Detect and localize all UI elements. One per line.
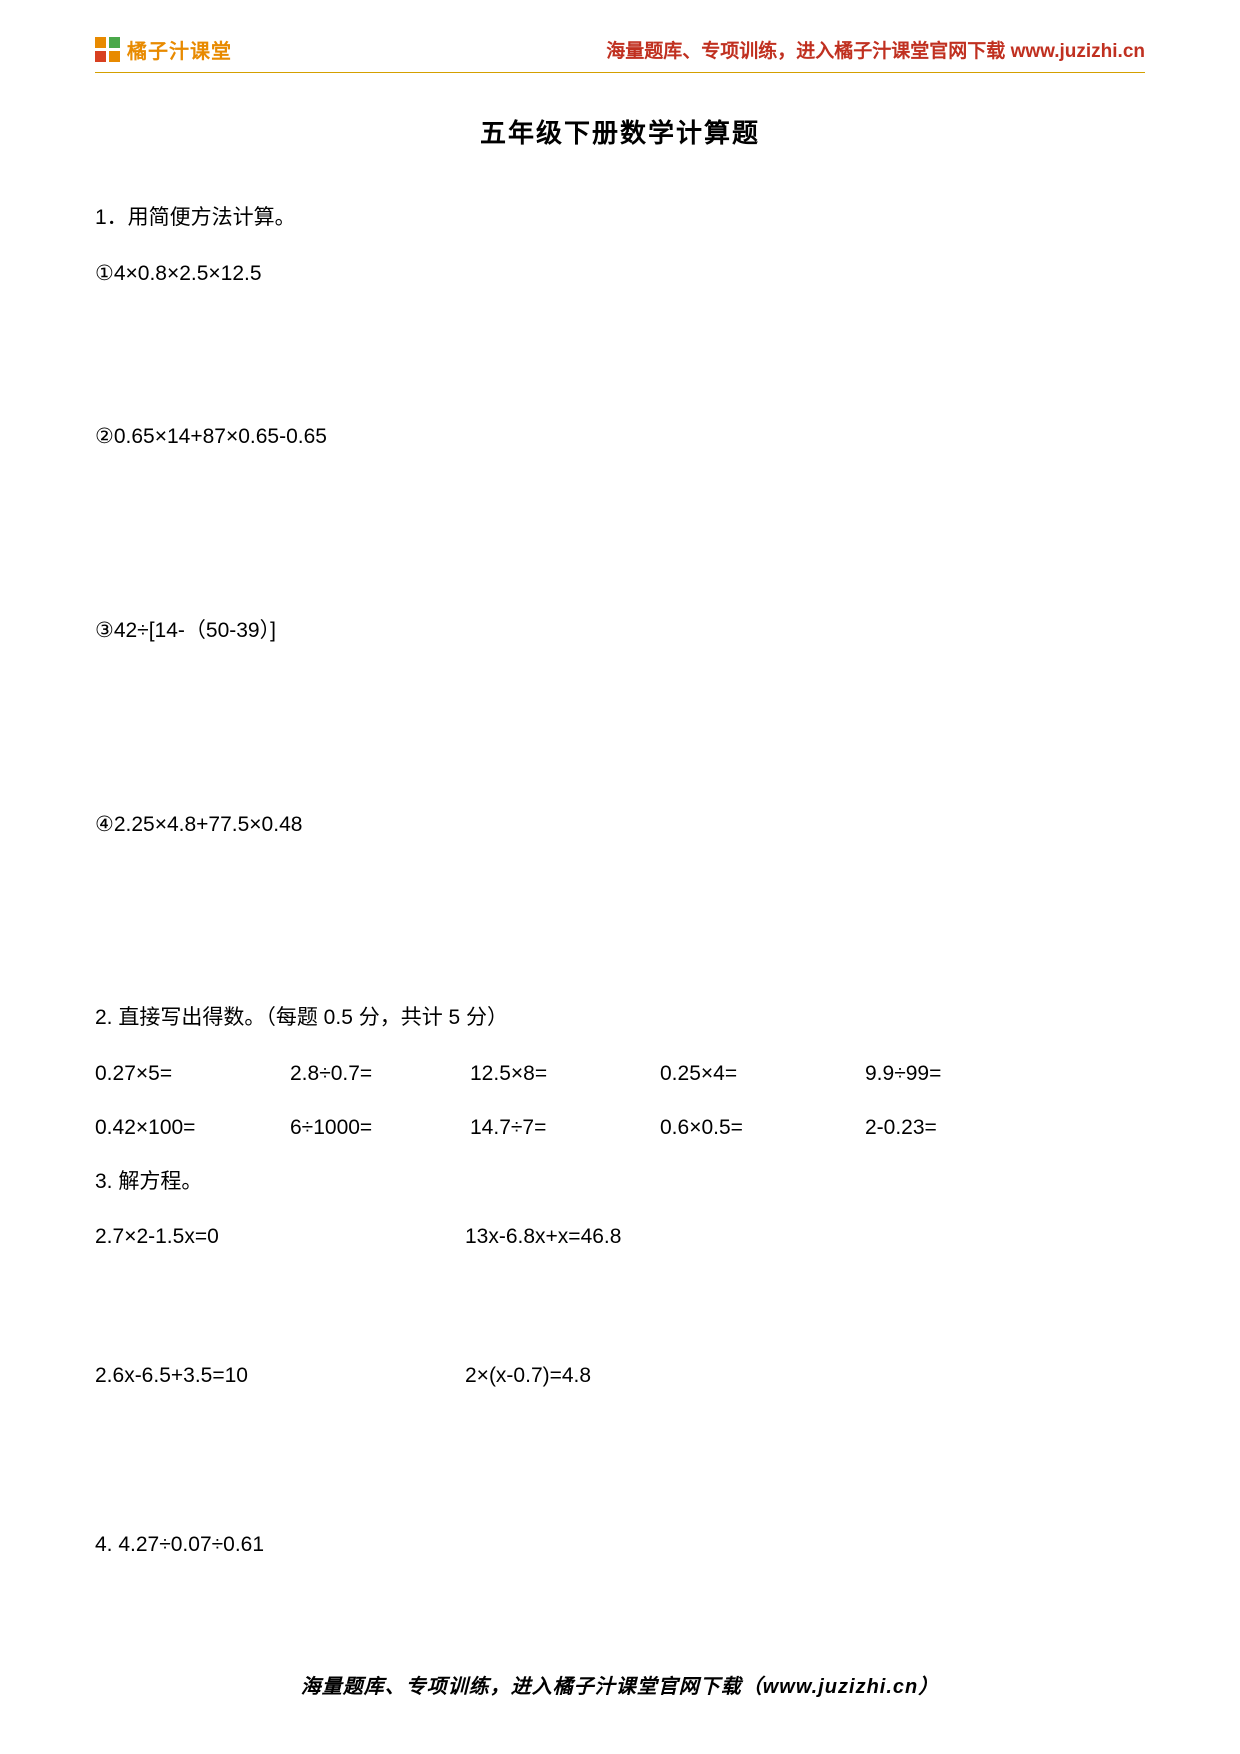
q1-instruction: 1．用简便方法计算。 [95, 200, 1145, 236]
q2-instruction: 2. 直接写出得数。（每题 0.5 分，共计 5 分） [95, 1000, 1145, 1036]
q1-item-3: ③42÷[14-（50-39）] [95, 613, 1145, 649]
page-title: 五年级下册数学计算题 [95, 113, 1145, 150]
page-header: 橘子汁课堂 海量题库、专项训练，进入橘子汁课堂官网下载 www.juzizhi.… [95, 35, 1145, 73]
q2-row-2: 0.42×100= 6÷1000= 14.7÷7= 0.6×0.5= 2-0.2… [95, 1110, 1145, 1146]
q1-item-2: ②0.65×14+87×0.65-0.65 [95, 419, 1145, 455]
q2-cell: 0.25×4= [660, 1056, 865, 1092]
q2-cell: 12.5×8= [470, 1056, 660, 1092]
q2-cell: 9.9÷99= [865, 1056, 1025, 1092]
header-tagline: 海量题库、专项训练，进入橘子汁课堂官网下载 www.juzizhi.cn [606, 36, 1145, 63]
q2-cell: 0.42×100= [95, 1110, 290, 1146]
header-tagline-text: 海量题库、专项训练，进入橘子汁课堂官网下载 [606, 41, 1010, 62]
q4-instruction: 4. 4.27÷0.07÷0.61 [95, 1527, 1145, 1563]
q2-cell: 14.7÷7= [470, 1110, 660, 1146]
logo-text: 橘子汁课堂 [127, 35, 232, 64]
header-url: www.juzizhi.cn [1011, 41, 1145, 62]
q3-row-1: 2.7×2-1.5x=0 13x-6.8x+x=46.8 [95, 1219, 1145, 1255]
q1-item-1: ①4×0.8×2.5×12.5 [95, 256, 1145, 292]
q3-cell: 13x-6.8x+x=46.8 [465, 1219, 815, 1255]
q3-cell: 2.7×2-1.5x=0 [95, 1219, 465, 1255]
logo-icon [95, 37, 121, 63]
q2-cell: 0.6×0.5= [660, 1110, 865, 1146]
q2-cell: 2.8÷0.7= [290, 1056, 470, 1092]
q3-cell: 2×(x-0.7)=4.8 [465, 1358, 815, 1394]
q2-row-1: 0.27×5= 2.8÷0.7= 12.5×8= 0.25×4= 9.9÷99= [95, 1056, 1145, 1092]
q2-cell: 2-0.23= [865, 1110, 1025, 1146]
q3-row-2: 2.6x-6.5+3.5=10 2×(x-0.7)=4.8 [95, 1358, 1145, 1394]
q1-item-4: ④2.25×4.8+77.5×0.48 [95, 807, 1145, 843]
q3-cell: 2.6x-6.5+3.5=10 [95, 1358, 465, 1394]
page-footer: 海量题库、专项训练，进入橘子汁课堂官网下载（www.juzizhi.cn） [0, 1670, 1240, 1699]
q3-instruction: 3. 解方程。 [95, 1164, 1145, 1200]
q2-cell: 0.27×5= [95, 1056, 290, 1092]
content-body: 1．用简便方法计算。 ①4×0.8×2.5×12.5 ②0.65×14+87×0… [95, 200, 1145, 1562]
logo: 橘子汁课堂 [95, 35, 232, 64]
q2-cell: 6÷1000= [290, 1110, 470, 1146]
